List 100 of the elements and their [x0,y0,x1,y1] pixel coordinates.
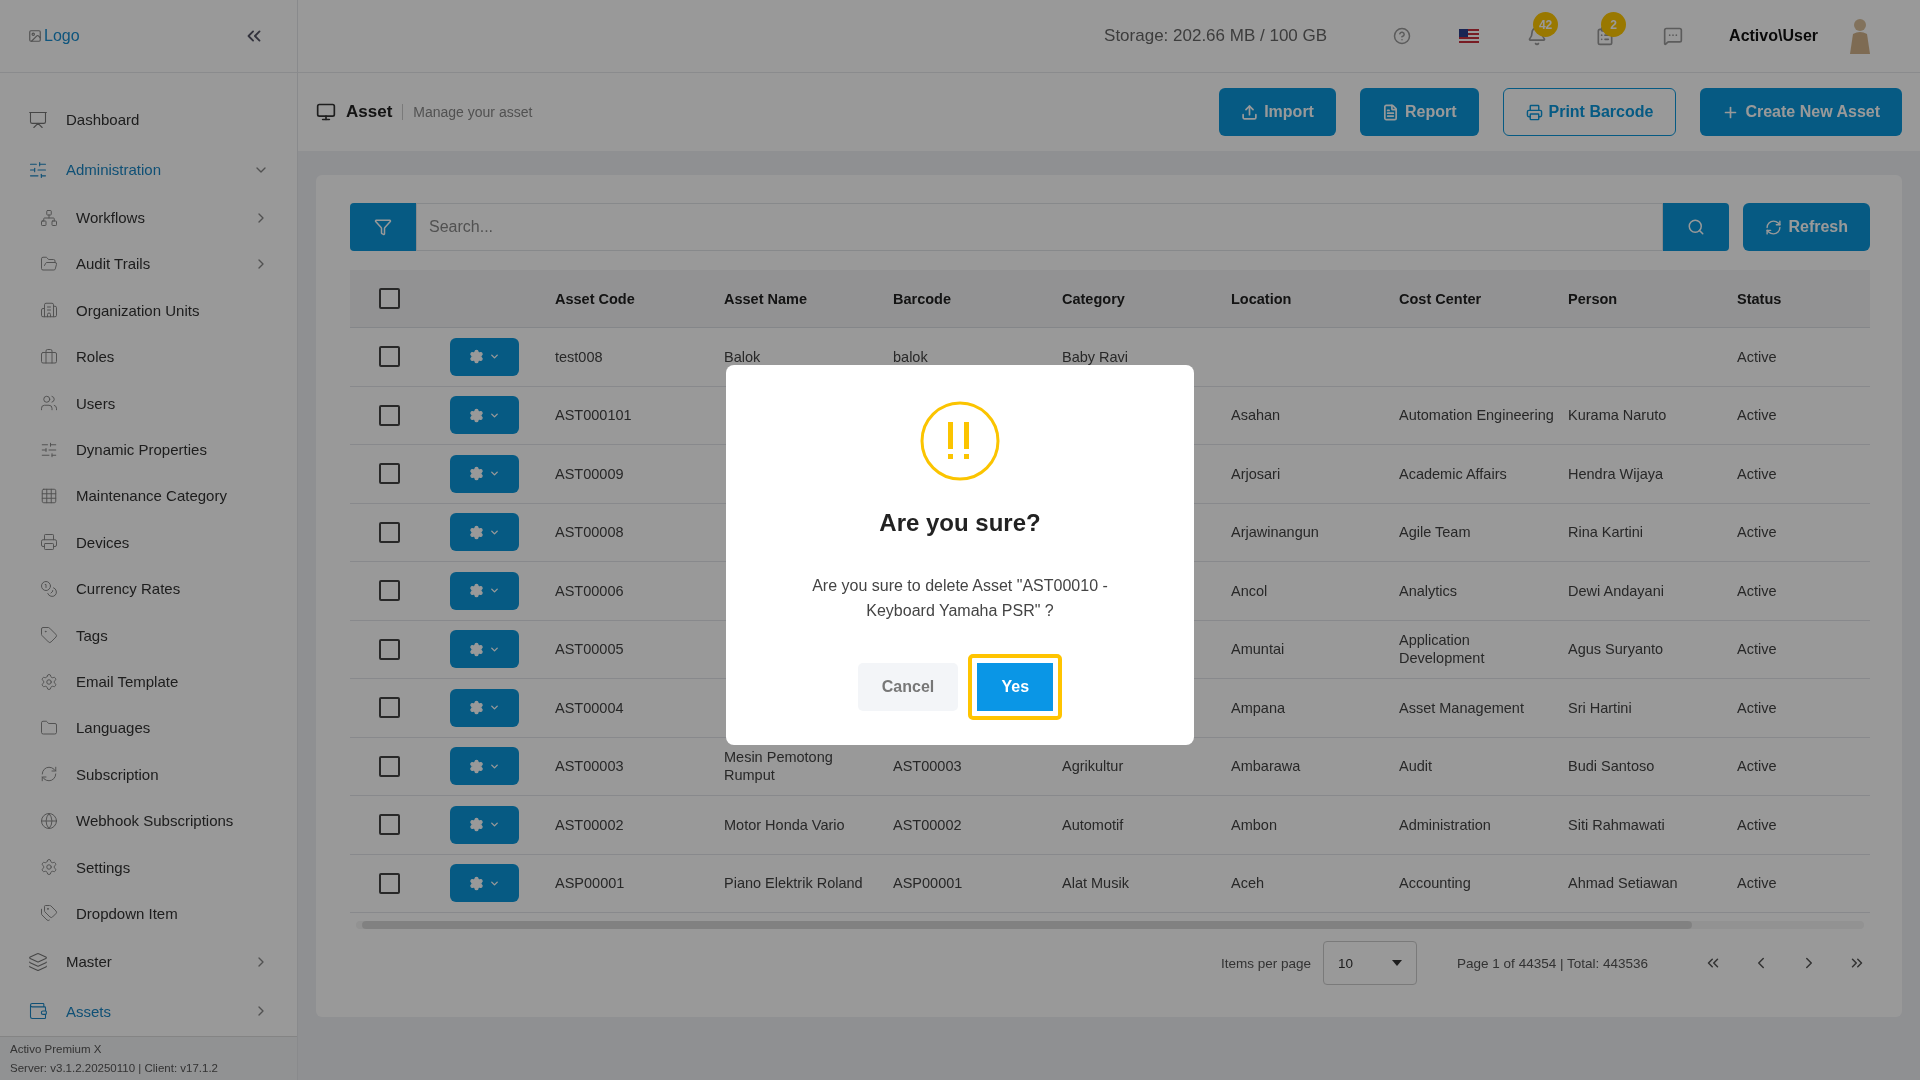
sidebar-subitem[interactable]: Roles [0,333,297,380]
table-cell-text: AST00003 [555,757,625,776]
sidebar-subitem[interactable]: Tags [0,611,297,659]
menu-icon [40,579,58,598]
table-cell-text: AST00009 [555,464,625,483]
menu-icon [40,718,58,737]
row-action-button[interactable] [450,513,519,552]
column-header: Location [1231,290,1293,307]
row-checkbox[interactable] [379,697,400,719]
table-cell-text: Siti Rahmawati [1568,815,1666,834]
row-action-button[interactable] [450,630,519,669]
table-cell-text: Rina Kartini [1568,523,1644,542]
row-action-button[interactable] [450,337,519,376]
tasks-badge: 2 [1601,12,1627,37]
sidebar-item[interactable]: Administration [0,144,297,195]
row-action-button[interactable] [450,688,519,727]
row-action-button[interactable] [450,747,519,786]
sidebar-item[interactable]: Master [0,936,297,987]
sidebar-subitem[interactable]: Devices [0,519,297,566]
table-cell-text: Administration [1399,815,1492,834]
table-cell-text: Ahmad Setiawan [1568,874,1679,893]
page-summary: Page 1 of 44354 | Total: 443536 [1457,955,1648,971]
document-icon [1381,103,1399,121]
search-icon [1687,218,1706,236]
sidebar-subitem[interactable]: Users [0,379,297,427]
gear-icon [469,407,484,423]
chat-icon[interactable] [1663,26,1684,46]
row-action-button[interactable] [450,396,519,435]
sidebar-subitem[interactable]: Workflows [0,194,297,241]
row-action-button[interactable] [450,805,519,844]
menu-icon [40,904,58,923]
table-cell-text: Active [1737,523,1778,542]
gear-icon [469,641,484,657]
column-header: Person [1568,290,1619,307]
sidebar-subitem[interactable]: Email Template [0,658,297,705]
search-field[interactable]: Search... [416,203,1664,251]
row-checkbox[interactable] [379,755,400,777]
row-checkbox[interactable] [379,580,400,602]
row-checkbox[interactable] [379,814,400,836]
row-action-button[interactable] [450,864,519,903]
sidebar-item[interactable]: Dashboard [0,95,297,145]
gear-icon [469,700,484,716]
sidebar-item[interactable]: Assets [0,986,297,1036]
table-cell-text: Asset Management [1399,698,1525,717]
menu-icon [40,255,58,273]
sidebar-subitem[interactable]: Maintenance Category [0,472,297,520]
printer-icon [1525,103,1543,121]
row-checkbox[interactable] [379,638,400,660]
table-cell-text: Active [1737,757,1778,776]
row-checkbox[interactable] [379,346,400,368]
table-cell-text: test008 [555,347,604,366]
table-cell-text: AST00008 [555,523,625,542]
row-action-button[interactable] [450,571,519,610]
table-cell-text: Amuntai [1231,640,1286,659]
confirm-button[interactable]: Yes [968,654,1063,720]
sidebar-subitem[interactable]: Dynamic Properties [0,426,297,473]
table-cell-text: Mesin Pemotong Rumput [724,748,834,785]
gear-icon [469,758,484,774]
table-cell-text: Motor Honda Vario [724,815,846,834]
user-name[interactable]: Activo\User [1729,27,1818,45]
search-button[interactable] [1663,203,1730,251]
row-checkbox[interactable] [379,463,400,485]
menu-icon [40,765,58,784]
sidebar-subitem[interactable]: Settings [0,843,297,891]
table-cell-text: Active [1737,406,1778,425]
table-cell-text: Agile Team [1399,523,1472,542]
sidebar-subitem[interactable]: Subscription [0,751,297,798]
column-header: Status [1737,290,1783,307]
table-cell-text: Active [1737,640,1778,659]
table-cell-text: Accounting [1399,874,1472,893]
row-action-button[interactable] [450,454,519,493]
help-icon[interactable] [1393,27,1412,45]
page-title: Asset [346,102,393,122]
menu-icon [40,486,58,505]
sidebar-subitem[interactable]: Languages [0,704,297,752]
row-checkbox[interactable] [379,521,400,543]
gear-icon [469,583,484,599]
column-header: Cost Center [1399,290,1483,307]
sidebar-subitem[interactable]: Webhook Subscriptions [0,797,297,844]
menu-icon [40,301,58,320]
menu-icon [40,811,58,830]
row-checkbox[interactable] [379,872,400,894]
sidebar-subitem[interactable]: Organization Units [0,287,297,334]
table-cell-text: Agus Suryanto [1568,640,1665,659]
cancel-button[interactable]: Cancel [857,663,959,711]
column-header: Asset Name [724,290,808,307]
items-per-page-select[interactable]: 10 [1323,941,1418,985]
flag-icon[interactable] [1459,29,1480,43]
scrollbar[interactable] [356,921,1864,929]
select-all-checkbox[interactable] [379,288,400,309]
table-cell-text: Automation Engineering [1399,406,1555,425]
sidebar-subitem[interactable]: Audit Trails [0,240,297,288]
table-cell-text: Automotif [1062,815,1125,834]
row-checkbox[interactable] [379,404,400,426]
table-cell-text: Audit [1399,757,1434,776]
menu-icon [40,440,58,459]
filter-button[interactable] [350,203,416,251]
sidebar-subitem[interactable]: Dropdown Item [0,890,297,937]
sidebar-subitem[interactable]: Currency Rates [0,565,297,612]
filter-icon [374,218,392,236]
